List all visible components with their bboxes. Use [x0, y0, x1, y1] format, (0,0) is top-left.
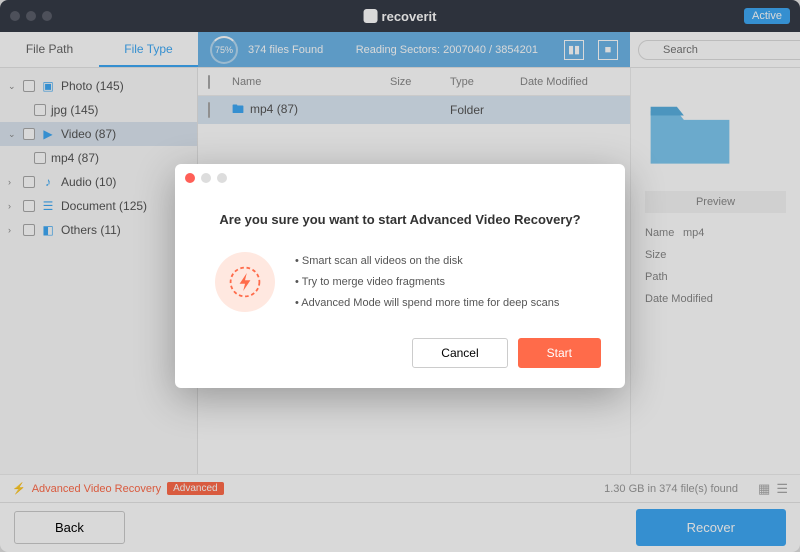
modal-overlay: Are you sure you want to start Advanced …: [0, 0, 800, 552]
dialog-maximize-icon: [217, 173, 227, 183]
dialog-heading: Are you sure you want to start Advanced …: [215, 212, 585, 227]
dialog-content: • Smart scan all videos on the disk • Tr…: [215, 251, 585, 314]
dialog-bullet-3: • Advanced Mode will spend more time for…: [295, 293, 559, 314]
cancel-button[interactable]: Cancel: [412, 338, 507, 368]
confirm-dialog: Are you sure you want to start Advanced …: [175, 164, 625, 388]
dialog-lightning-icon: [215, 252, 275, 312]
start-button[interactable]: Start: [518, 338, 601, 368]
dialog-bullet-1: • Smart scan all videos on the disk: [295, 251, 559, 272]
dialog-titlebar: [175, 164, 625, 192]
dialog-body: Are you sure you want to start Advanced …: [175, 192, 625, 338]
dialog-bullet-list: • Smart scan all videos on the disk • Tr…: [295, 251, 559, 314]
dialog-footer: Cancel Start: [175, 338, 625, 388]
dialog-close-icon[interactable]: [185, 173, 195, 183]
dialog-minimize-icon: [201, 173, 211, 183]
dialog-bullet-2: • Try to merge video fragments: [295, 272, 559, 293]
